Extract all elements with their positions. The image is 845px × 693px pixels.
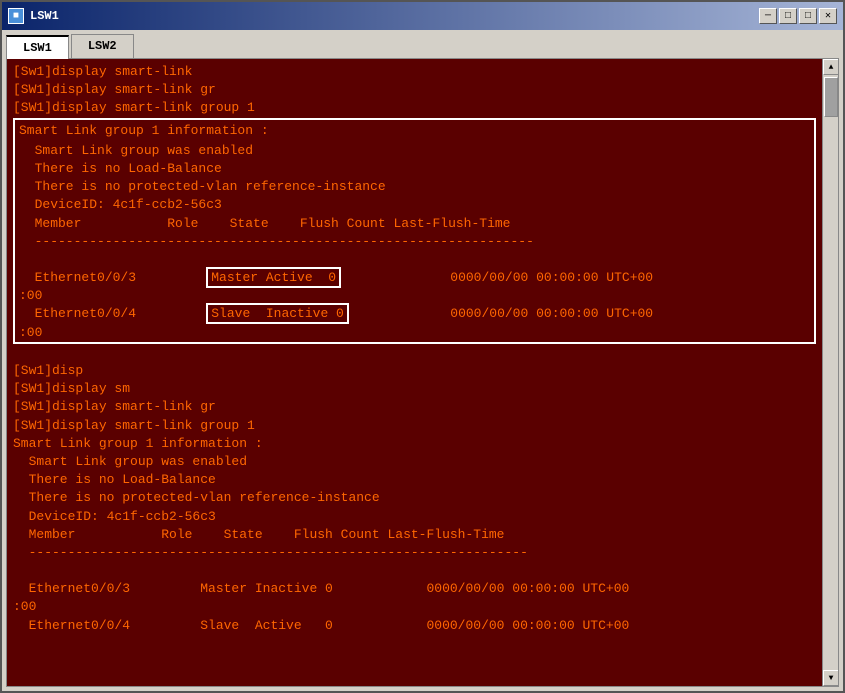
minimize-button[interactable]: □ [779,8,797,24]
title-buttons: ─ □ □ ✕ [759,8,837,24]
scroll-up-button[interactable]: ▲ [823,59,839,75]
scroll-thumb[interactable] [824,77,838,117]
close-icon: ✕ [825,10,831,22]
terminal-line: [SW1]display smart-link group 1 [13,417,816,435]
maximize-button[interactable]: □ [799,8,817,24]
scroll-up-icon: ▲ [829,63,834,72]
tab-lsw2[interactable]: LSW2 [71,34,134,58]
scrollbar: ▲ ▼ [822,59,838,686]
terminal-line: Smart Link group 1 information : [13,435,816,453]
terminal-line: Smart Link group 1 information : [13,118,816,142]
terminal-line: [SW1]display smart-link gr [13,81,816,99]
terminal-line: [SW1]display smart-link group 1 [13,99,816,117]
terminal-line: DeviceID: 4c1f-ccb2-56c3 [13,196,816,214]
terminal-line: Member Role State Flush Count Last-Flush… [13,215,816,233]
terminal-line: [SW1]display smart-link gr [13,398,816,416]
terminal-line: Smart Link group was enabled [13,453,816,471]
terminal-line: There is no Load-Balance [13,471,816,489]
scroll-track[interactable] [823,75,838,670]
terminal-line: Ethernet0/0/3 Master Active 0 0000/00/00… [13,269,816,287]
scroll-down-button[interactable]: ▼ [823,670,839,686]
scroll-down-icon: ▼ [829,674,834,683]
terminal-line: ----------------------------------------… [13,233,816,251]
terminal-line: :00 [13,324,816,344]
terminal-line: There is no Load-Balance [13,160,816,178]
terminal-line: [Sw1]disp [13,362,816,380]
window-title: LSW1 [30,9,59,23]
title-bar-left: ■ LSW1 [8,8,59,24]
terminal-line: ----------------------------------------… [13,544,816,562]
tab-lsw1[interactable]: LSW1 [6,35,69,59]
terminal-line: There is no protected-vlan reference-ins… [13,489,816,507]
terminal-line: :00 [13,287,816,305]
restore-button[interactable]: ─ [759,8,777,24]
highlight-box-2: Slave Inactive 0 [206,303,349,324]
terminal-line: Member Role State Flush Count Last-Flush… [13,526,816,544]
terminal-line [13,251,816,269]
terminal-line: Ethernet0/0/4 Slave Active 0 0000/00/00 … [13,617,816,635]
main-window: ■ LSW1 ─ □ □ ✕ LSW1 LSW2 [Sw1]display sm… [0,0,845,693]
close-button[interactable]: ✕ [819,8,837,24]
terminal-line: DeviceID: 4c1f-ccb2-56c3 [13,508,816,526]
terminal-line: Ethernet0/0/3 Master Inactive 0 0000/00/… [13,580,816,598]
terminal-line [13,344,816,362]
tab-bar: LSW1 LSW2 [2,30,843,58]
terminal-line: [SW1]display sm [13,380,816,398]
highlight-box-1: Master Active 0 [206,267,341,288]
terminal-line: Smart Link group was enabled [13,142,816,160]
terminal-container: [Sw1]display smart-link[SW1]display smar… [6,58,839,687]
terminal-line: :00 [13,598,816,616]
title-bar: ■ LSW1 ─ □ □ ✕ [2,2,843,30]
minimize-icon: □ [785,11,791,22]
terminal-output[interactable]: [Sw1]display smart-link[SW1]display smar… [7,59,822,686]
terminal-line: Ethernet0/0/4 Slave Inactive 0 0000/00/0… [13,305,816,323]
app-icon: ■ [8,8,24,24]
terminal-line [13,562,816,580]
terminal-line: There is no protected-vlan reference-ins… [13,178,816,196]
terminal-line: [Sw1]display smart-link [13,63,816,81]
restore-icon: ─ [765,11,771,22]
